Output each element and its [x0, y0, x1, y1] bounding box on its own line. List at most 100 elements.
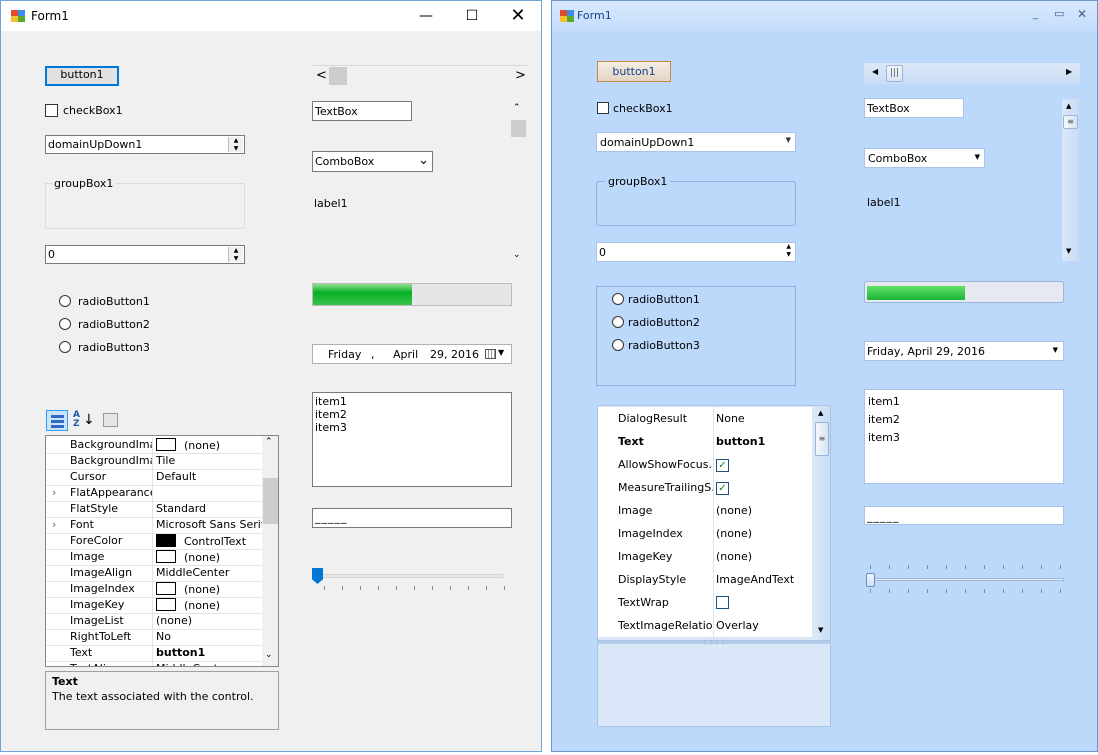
property-value[interactable]: MiddleCenter [156, 566, 262, 579]
scroll-up-icon[interactable]: ▲ [818, 409, 823, 417]
scroll-left-icon[interactable]: < [316, 68, 327, 83]
spin-up-icon[interactable]: ▲ [229, 137, 243, 145]
spin-buttons[interactable]: ▲ ▼ [786, 243, 791, 259]
list-item[interactable]: item1 [868, 393, 900, 411]
property-value[interactable]: None [716, 412, 812, 425]
minimize-button[interactable]: — [403, 1, 449, 31]
checked-box-icon[interactable]: ✓ [716, 482, 729, 495]
property-value[interactable] [716, 596, 812, 612]
property-value[interactable]: (none) [156, 438, 262, 452]
splitter-grip-icon[interactable]: ⋮⋮⋮⋮ [702, 639, 726, 646]
radio-button-1[interactable]: radioButton1 [59, 295, 179, 309]
close-button[interactable]: ✕ [1077, 7, 1087, 21]
property-value[interactable]: (none) [716, 504, 812, 517]
expand-chevron-icon[interactable]: › [52, 518, 56, 531]
property-row[interactable]: ImageKey (none) [46, 597, 262, 614]
dropdown-arrow-icon[interactable]: ▼ [498, 348, 504, 357]
maximize-button[interactable]: ☐ [449, 1, 495, 31]
trackbar[interactable] [312, 564, 512, 596]
list-item[interactable]: item2 [868, 411, 900, 429]
property-row[interactable]: ImageIndex (none) [598, 522, 812, 546]
list-item[interactable]: item1 [315, 395, 347, 408]
radio-button-2[interactable]: radioButton2 [612, 316, 762, 330]
checkbox-box[interactable] [45, 104, 58, 117]
scroll-up-icon[interactable]: ⌃ [513, 103, 521, 113]
property-row[interactable]: FlatStyle Standard [46, 501, 262, 518]
property-value[interactable]: No [156, 630, 262, 643]
propgrid-vscrollbar[interactable]: ⌃ ⌄ [262, 436, 278, 666]
textbox1[interactable]: TextBox [312, 101, 412, 121]
property-row[interactable]: DisplayStyle ImageAndText [598, 568, 812, 592]
property-value[interactable]: (none) [716, 550, 812, 563]
property-row[interactable]: Image (none) [598, 499, 812, 523]
spin-down-icon[interactable]: ▼ [229, 145, 243, 153]
property-grid[interactable]: BackgroundImag(none)BackgroundImagTileCu… [45, 435, 279, 667]
property-value[interactable]: (none) [156, 598, 262, 612]
property-row[interactable]: Text button1 [46, 645, 262, 662]
vscroll-thumb[interactable] [511, 120, 526, 137]
property-value[interactable]: MiddleCenter [156, 662, 262, 666]
spin-up-icon[interactable]: ▲ [229, 247, 243, 255]
property-row[interactable]: BackgroundImagTile [46, 453, 262, 470]
checked-box-icon[interactable]: ✓ [716, 459, 729, 472]
dropdown-arrow-icon[interactable]: ▼ [1053, 346, 1058, 354]
scroll-left-icon[interactable]: ◀ [872, 67, 878, 76]
vscroll-thumb[interactable]: ≡ [1063, 115, 1078, 129]
title-bar[interactable]: Form1 — ☐ ✕ [1, 1, 541, 31]
trackbar[interactable] [864, 564, 1064, 598]
property-row[interactable]: Cursor Default [46, 469, 262, 486]
hscrollbar[interactable]: ◀ ||| ▶ [864, 63, 1080, 84]
minimize-button[interactable]: _ [1033, 9, 1038, 20]
property-value[interactable]: ✓ [716, 481, 812, 495]
date-day-year[interactable]: 29, 2016 [430, 348, 479, 361]
masked-textbox[interactable]: _____ [864, 506, 1064, 525]
dropdown-arrow-icon[interactable]: ▼ [975, 153, 980, 161]
property-value[interactable]: Tile [156, 454, 262, 467]
property-value[interactable]: button1 [716, 435, 812, 448]
dropdown-arrow-icon[interactable]: ▼ [786, 136, 791, 144]
property-value[interactable]: (none) [716, 527, 812, 540]
scroll-down-icon[interactable]: ▼ [818, 626, 823, 634]
categorized-icon[interactable] [46, 410, 68, 431]
expand-chevron-icon[interactable]: › [52, 486, 56, 499]
scroll-right-icon[interactable]: > [515, 68, 526, 83]
property-value[interactable]: ControlText [156, 534, 262, 548]
propgrid-scroll-thumb[interactable] [263, 478, 278, 524]
radio-button-3[interactable]: radioButton3 [59, 341, 179, 355]
combobox1[interactable]: ComboBox ⌄ [312, 151, 433, 172]
property-row[interactable]: RightToLeft No [46, 629, 262, 646]
spin-down-icon[interactable]: ▼ [229, 255, 243, 263]
radio-circle[interactable] [612, 293, 624, 305]
title-bar[interactable]: Form1 _ ▭ ✕ [552, 1, 1097, 31]
spin-buttons[interactable]: ▲ ▼ [228, 137, 243, 152]
checkbox1[interactable]: checkBox1 [45, 104, 145, 118]
property-row[interactable]: BackgroundImag (none) [46, 437, 262, 454]
radio-circle[interactable] [612, 316, 624, 328]
maximize-button[interactable]: ▭ [1054, 7, 1064, 20]
vscrollbar[interactable]: ▲ ≡ ▼ [1062, 99, 1079, 261]
propgrid-vscrollbar[interactable]: ▲ ≡ ▼ [814, 406, 830, 640]
property-row[interactable]: › FlatAppearance [46, 485, 262, 502]
propgrid-scroll-thumb[interactable]: ≡ [815, 422, 829, 456]
scroll-down-icon[interactable]: ▼ [1066, 247, 1071, 255]
numeric-updown[interactable]: 0 ▲ ▼ [45, 245, 245, 264]
property-value[interactable]: ✓ [716, 458, 812, 472]
list-item[interactable]: item2 [315, 408, 347, 421]
unchecked-box-icon[interactable] [716, 596, 729, 609]
date-day[interactable]: Friday [328, 348, 361, 361]
calendar-icon[interactable] [485, 349, 496, 359]
scroll-down-icon[interactable]: ⌄ [265, 650, 273, 660]
radio-circle[interactable] [59, 341, 71, 353]
property-row[interactable]: ImageIndex (none) [46, 581, 262, 598]
chevron-down-icon[interactable]: ⌄ [418, 153, 429, 168]
spin-buttons[interactable]: ▲ ▼ [228, 247, 243, 262]
date-value[interactable]: Friday, April 29, 2016 [867, 345, 985, 358]
vscrollbar[interactable]: ⌃ ⌄ [510, 102, 527, 266]
domain-updown[interactable]: domainUpDown1 ▲ ▼ [45, 135, 245, 154]
property-value[interactable]: ImageAndText [716, 573, 812, 586]
scroll-up-icon[interactable]: ▲ [1066, 102, 1071, 110]
button1[interactable]: button1 [45, 66, 119, 86]
scroll-down-icon[interactable]: ⌄ [513, 250, 521, 260]
property-row[interactable]: TextWrap [598, 591, 812, 615]
hscroll-thumb[interactable] [329, 67, 347, 85]
